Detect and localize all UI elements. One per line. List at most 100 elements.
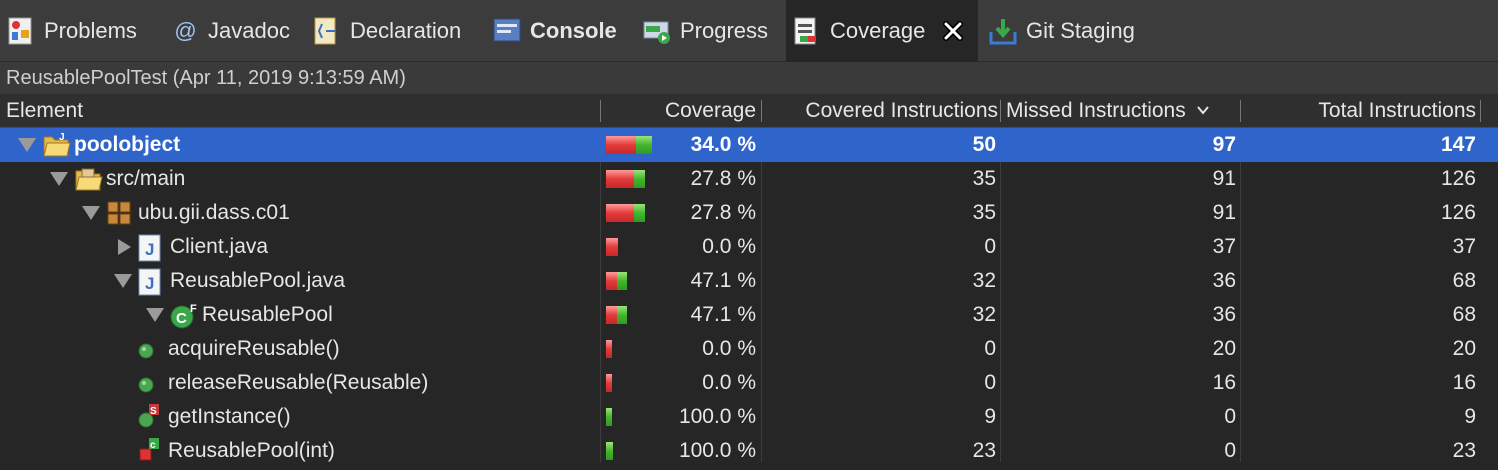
tab-declaration[interactable]: Declaration <box>312 0 461 62</box>
covered-bar <box>634 170 645 188</box>
tree-row[interactable]: J ReusablePool.java 47.1 % 32 36 68 <box>0 264 1498 298</box>
tab-label: Git Staging <box>1026 18 1135 43</box>
element-name: ReusablePool.java <box>170 269 346 292</box>
coverage-icon <box>792 16 822 46</box>
total-instructions-value: 68 <box>1452 269 1476 292</box>
covered-instructions-value: 0 <box>984 337 996 360</box>
covered-bar <box>617 272 627 290</box>
collapse-toggle-icon[interactable] <box>146 308 164 322</box>
covered-instructions-value: 9 <box>984 405 996 428</box>
covered-instructions-value: 50 <box>972 133 996 156</box>
tab-console[interactable]: Console <box>492 0 617 62</box>
covered-instructions-value: 35 <box>972 167 996 190</box>
coverage-value: 27.8 % <box>690 201 756 224</box>
covered-instructions-value: 32 <box>972 303 996 326</box>
tree-row[interactable]: src/main 27.8 % 35 91 126 <box>0 162 1498 196</box>
total-instructions-value: 147 <box>1440 133 1476 156</box>
element-name: ubu.gii.dass.c01 <box>138 201 290 224</box>
column-header-total-instructions[interactable]: Total Instructions <box>1244 94 1476 128</box>
missed-bar <box>606 374 612 392</box>
svg-text:J: J <box>59 132 65 143</box>
column-header-coverage[interactable]: Coverage <box>604 94 756 128</box>
public-method-icon <box>136 341 162 367</box>
collapse-toggle-icon[interactable] <box>114 274 132 288</box>
covered-instructions-value: 23 <box>972 439 996 462</box>
tab-label: Coverage <box>830 18 926 43</box>
collapse-toggle-icon[interactable] <box>82 206 100 220</box>
svg-text:J: J <box>145 240 154 259</box>
coverage-value: 100.0 % <box>678 405 756 428</box>
tree-row[interactable]: Jpoolobject 34.0 % 50 97 147 <box>0 128 1498 162</box>
coverage-value: 34.0 % <box>690 133 756 156</box>
covered-instructions-value: 35 <box>972 201 996 224</box>
covered-instructions-value: 0 <box>984 235 996 258</box>
tab-progress[interactable]: Progress <box>642 0 768 62</box>
column-header-label: Missed Instructions <box>1006 99 1186 122</box>
project-icon: J <box>42 132 71 158</box>
missed-bar <box>606 204 634 222</box>
coverage-value: 0.0 % <box>702 235 756 258</box>
tree-row[interactable]: releaseReusable(Reusable) 0.0 % 0 16 16 <box>0 366 1498 400</box>
element-name: poolobject <box>74 133 181 156</box>
element-name: getInstance() <box>168 405 291 428</box>
package-icon <box>106 200 132 226</box>
table-header: Element Coverage Covered Instructions Mi… <box>0 94 1498 128</box>
total-instructions-value: 9 <box>1464 405 1476 428</box>
collapse-toggle-icon[interactable] <box>50 172 68 186</box>
class-icon: CF <box>170 302 197 329</box>
missed-bar <box>606 170 634 188</box>
tree-row[interactable]: c ReusablePool(int) 100.0 % 23 0 23 <box>0 434 1498 468</box>
tab-javadoc[interactable]: @ Javadoc <box>170 0 290 62</box>
covered-bar <box>617 306 627 324</box>
missed-instructions-value: 36 <box>1212 269 1236 292</box>
tree-row[interactable]: SgetInstance() 100.0 % 9 0 9 <box>0 400 1498 434</box>
column-header-covered-instructions[interactable]: Covered Instructions <box>764 94 998 128</box>
coverage-value: 0.0 % <box>702 371 756 394</box>
total-instructions-value: 23 <box>1452 439 1476 462</box>
svg-text:@: @ <box>174 18 196 43</box>
private-constructor-icon: c <box>136 438 162 464</box>
missed-instructions-value: 36 <box>1212 303 1236 326</box>
coverage-value: 47.1 % <box>690 269 756 292</box>
total-instructions-value: 68 <box>1452 303 1476 326</box>
console-icon <box>492 16 522 46</box>
total-instructions-value: 126 <box>1440 201 1476 224</box>
column-header-element[interactable]: Element <box>6 94 83 128</box>
missed-bar <box>606 340 612 358</box>
missed-instructions-value: 91 <box>1212 167 1236 190</box>
svg-text:C: C <box>176 310 187 327</box>
sort-descending-icon <box>1196 94 1210 115</box>
tree-row[interactable]: ubu.gii.dass.c01 27.8 % 35 91 126 <box>0 196 1498 230</box>
expand-toggle-icon[interactable] <box>118 239 131 255</box>
tab-label: Declaration <box>350 18 462 43</box>
tab-git-staging[interactable]: Git Staging <box>988 0 1135 62</box>
missed-instructions-value: 0 <box>1224 405 1236 428</box>
close-icon[interactable] <box>942 20 964 42</box>
covered-bar <box>606 408 612 426</box>
tab-problems[interactable]: Problems <box>6 0 137 62</box>
tree-row[interactable]: acquireReusable() 0.0 % 0 20 20 <box>0 332 1498 366</box>
collapse-toggle-icon[interactable] <box>18 138 36 152</box>
element-name: ReusablePool(int) <box>168 439 335 462</box>
svg-text:J: J <box>145 274 154 293</box>
tab-coverage[interactable]: Coverage <box>786 0 978 62</box>
svg-text:F: F <box>190 303 197 315</box>
element-name: acquireReusable() <box>168 337 340 360</box>
tree-row[interactable]: C F ReusablePool 47.1 % 32 36 68 <box>0 298 1498 332</box>
element-name: Client.java <box>170 235 269 258</box>
declaration-icon <box>312 16 342 46</box>
tree-row[interactable]: J Client.java 0.0 % 0 37 37 <box>0 230 1498 264</box>
covered-bar <box>606 442 613 460</box>
svg-text:S: S <box>150 406 157 417</box>
missed-instructions-value: 0 <box>1224 439 1236 462</box>
missed-instructions-value: 16 <box>1212 371 1236 394</box>
static-method-icon: S <box>136 404 162 430</box>
coverage-value: 0.0 % <box>702 337 756 360</box>
missed-bar <box>606 238 618 256</box>
column-header-missed-instructions[interactable]: Missed Instructions <box>1006 94 1210 128</box>
missed-bar <box>606 136 636 154</box>
missed-instructions-value: 97 <box>1212 133 1236 156</box>
element-name: releaseReusable(Reusable) <box>168 371 429 394</box>
svg-text:c: c <box>150 440 156 451</box>
session-title: ReusablePoolTest (Apr 11, 2019 9:13:59 A… <box>0 62 1498 94</box>
